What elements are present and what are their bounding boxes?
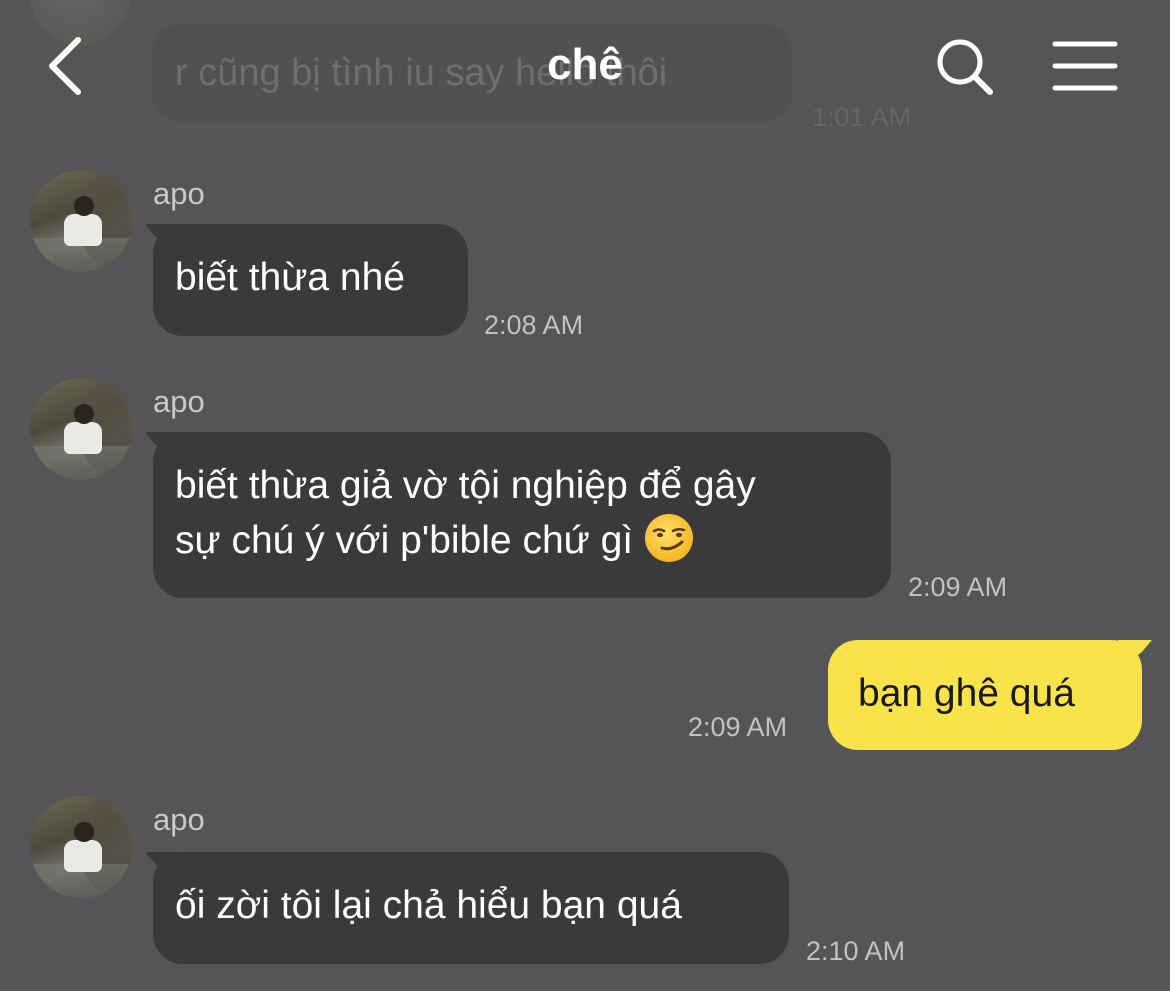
menu-button[interactable] xyxy=(1052,40,1118,92)
chat-header: chê xyxy=(0,0,1170,140)
chat-screen: r cũng bị tình iu say hello thôi 1:01 AM… xyxy=(0,0,1170,991)
message-time: 2:09 AM xyxy=(908,572,1008,602)
search-icon xyxy=(937,39,993,95)
chat-title[interactable]: chê xyxy=(547,40,623,89)
message-time: 2:10 AM xyxy=(806,936,906,966)
back-button[interactable] xyxy=(40,30,100,102)
message-bubble[interactable]: ối zời tôi lại chả hiểu bạn quá xyxy=(153,852,789,964)
message-text: biết thừa nhé xyxy=(175,256,405,299)
sender-name: apo xyxy=(153,176,205,211)
outgoing-message-bubble[interactable]: bạn ghê quá xyxy=(828,640,1142,750)
sender-name: apo xyxy=(153,802,205,837)
message-time: 2:08 AM xyxy=(484,310,584,340)
search-button[interactable] xyxy=(934,36,996,98)
hamburger-menu-icon xyxy=(1052,41,1118,91)
message-text-line: sự chú ý với p'bible chứ gì xyxy=(175,519,634,562)
message-bubble[interactable]: biết thừa nhé xyxy=(153,224,468,336)
message-bubble[interactable]: biết thừa giả vờ tội nghiệp để gây sự ch… xyxy=(153,432,891,598)
message-time: 2:09 AM xyxy=(688,712,788,742)
message-text: ối zời tôi lại chả hiểu bạn quá xyxy=(175,884,682,927)
avatar[interactable] xyxy=(30,378,132,480)
sender-name: apo xyxy=(153,384,205,419)
message-text-line: biết thừa giả vờ tội nghiệp để gây xyxy=(175,464,756,507)
message-text-line-with-emoji: sự chú ý với p'bible chứ gì xyxy=(175,513,869,568)
avatar[interactable] xyxy=(30,170,132,272)
smirk-emoji-icon xyxy=(644,514,693,562)
avatar[interactable] xyxy=(30,796,132,898)
message-text: bạn ghê quá xyxy=(858,672,1075,715)
chevron-left-icon xyxy=(49,37,81,95)
